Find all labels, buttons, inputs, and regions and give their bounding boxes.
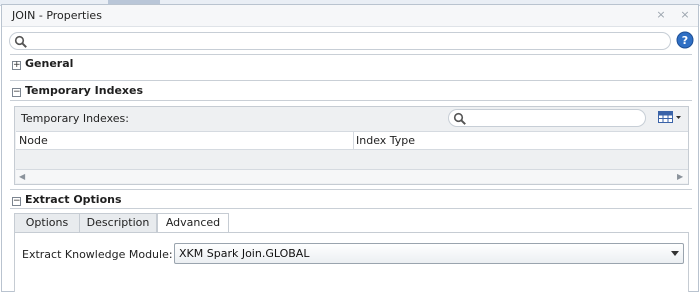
minimize-icon[interactable]: × [654, 8, 668, 22]
tab-description[interactable]: Description [79, 213, 157, 233]
column-header-index-type[interactable]: Index Type [356, 134, 415, 147]
horizontal-scrollbar[interactable]: ◀ ▶ [16, 169, 688, 183]
table-header: Node Index Type [16, 131, 688, 150]
section-general-label: General [25, 57, 74, 70]
close-icon[interactable]: × [678, 8, 692, 22]
panel-titlebar: JOIN - Properties × × [2, 5, 698, 27]
chevron-down-icon[interactable] [671, 251, 679, 256]
section-temporary-indexes-header[interactable]: − Temporary Indexes [12, 84, 143, 98]
collapse-icon[interactable]: − [12, 197, 21, 206]
search-icon [14, 35, 27, 48]
section-general-header[interactable]: + General [12, 57, 73, 71]
scroll-left-icon[interactable]: ◀ [19, 172, 27, 181]
scroll-right-icon[interactable]: ▶ [677, 172, 685, 181]
section-divider [10, 80, 692, 81]
help-icon[interactable]: ? [676, 31, 694, 49]
help-glyph: ? [682, 34, 688, 47]
section-extract-options-label: Extract Options [25, 193, 122, 206]
column-separator[interactable] [353, 132, 354, 150]
column-chooser-icon[interactable] [657, 110, 683, 124]
ekm-select[interactable]: XKM Spark Join.GLOBAL [174, 243, 684, 264]
section-temporary-indexes-label: Temporary Indexes [25, 84, 144, 97]
temporary-indexes-search-input[interactable] [448, 109, 646, 127]
section-divider [10, 189, 692, 190]
table-body [16, 151, 688, 168]
collapse-icon[interactable]: − [12, 88, 21, 97]
tab-advanced[interactable]: Advanced [157, 213, 229, 234]
temporary-indexes-label: Temporary Indexes: [21, 112, 129, 125]
search-input[interactable] [9, 32, 671, 50]
search-icon [453, 112, 466, 125]
advanced-tab-content: Extract Knowledge Module: XKM Spark Join… [14, 232, 689, 292]
section-divider [10, 54, 692, 55]
tab-options[interactable]: Options [14, 213, 80, 233]
ekm-selected-value: XKM Spark Join.GLOBAL [179, 247, 310, 260]
panel-title: JOIN - Properties [12, 9, 102, 22]
properties-panel: JOIN - Properties × × ? + General − Tempor… [1, 4, 699, 292]
temporary-indexes-panel: Temporary Indexes: Node Index Type ◀ ▶ [14, 106, 689, 185]
section-divider [10, 100, 692, 101]
expand-icon[interactable]: + [12, 61, 21, 70]
ekm-label: Extract Knowledge Module: [22, 248, 173, 261]
section-divider [10, 208, 692, 209]
section-extract-options-header[interactable]: − Extract Options [12, 193, 122, 207]
column-header-node[interactable]: Node [19, 134, 48, 147]
